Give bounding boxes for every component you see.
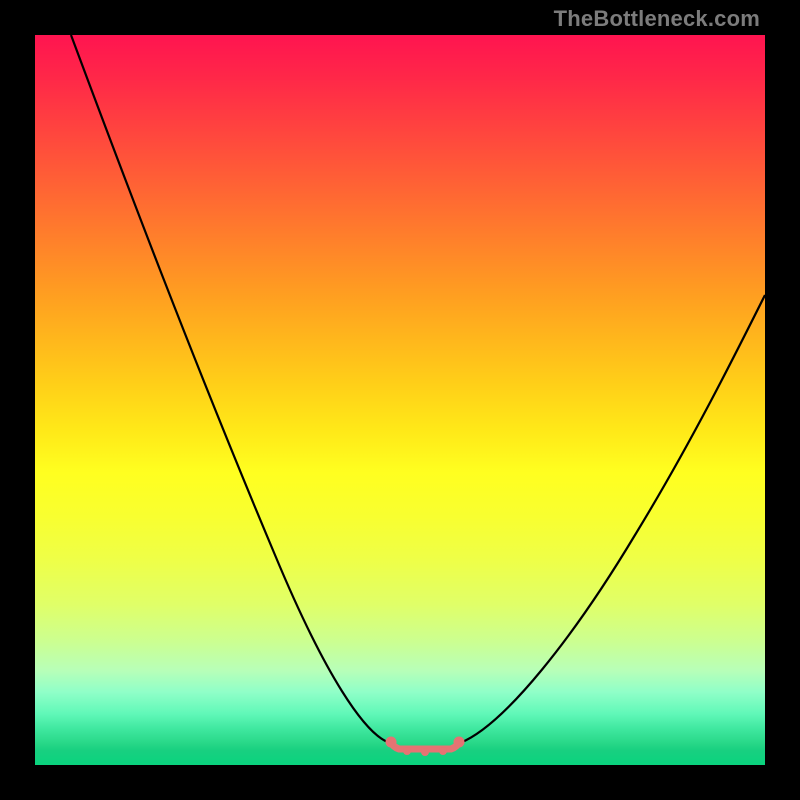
flat-segment-left-dot	[386, 737, 397, 748]
bottleneck-flat-segment	[390, 741, 460, 749]
bottleneck-curve-svg	[35, 35, 765, 765]
plot-area	[35, 35, 765, 765]
flat-segment-right-dot	[454, 737, 465, 748]
flat-segment-mid-dot-2	[421, 748, 429, 756]
flat-segment-mid-dot-3	[439, 747, 447, 755]
chart-container: TheBottleneck.com	[0, 0, 800, 800]
flat-segment-mid-dot-1	[403, 747, 411, 755]
bottleneck-curve-left	[71, 35, 390, 743]
watermark-text: TheBottleneck.com	[554, 6, 760, 32]
bottleneck-curve-right	[460, 295, 765, 743]
